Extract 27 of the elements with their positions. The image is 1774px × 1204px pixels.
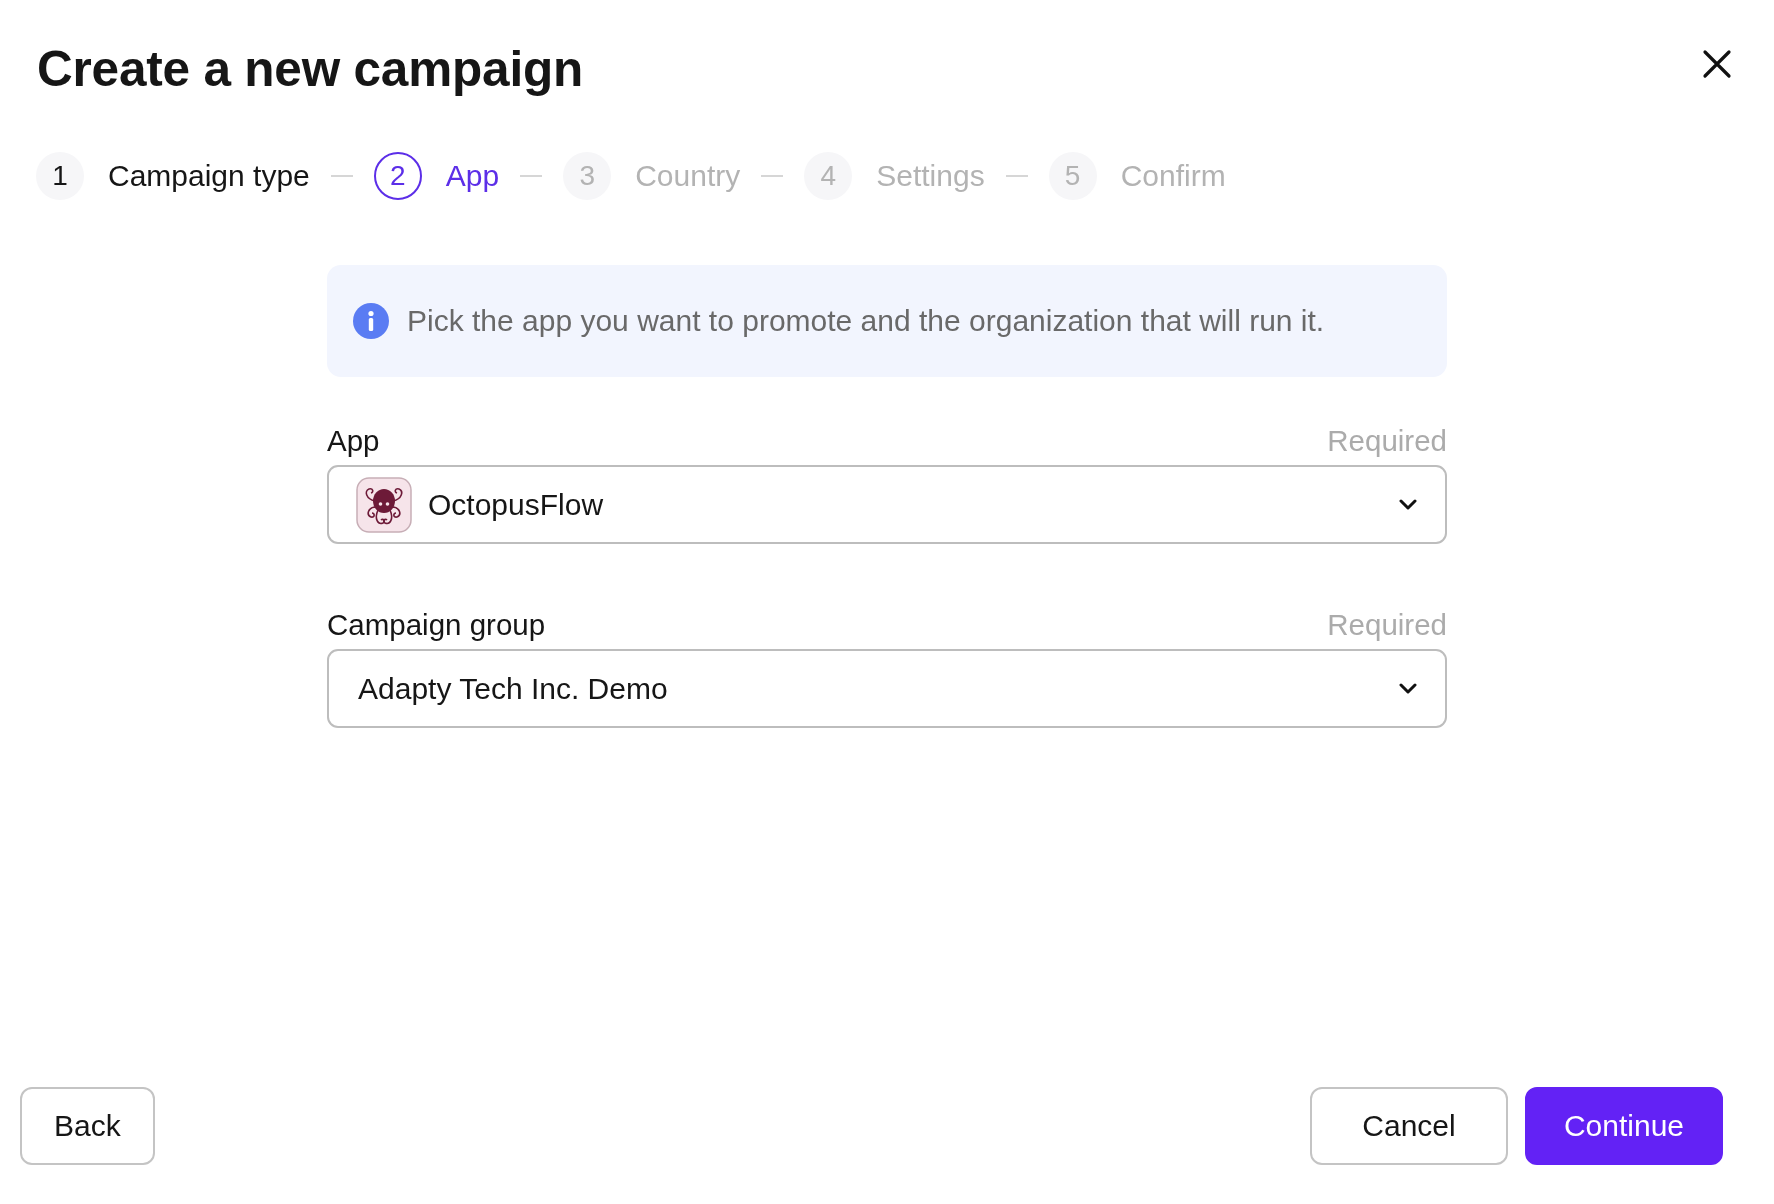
step-number: 2 xyxy=(373,152,422,200)
field-label: Campaign group xyxy=(327,609,546,641)
chevron-down-icon xyxy=(1399,499,1417,510)
required-label: Required xyxy=(1327,609,1447,641)
field-label: App xyxy=(327,425,380,457)
step-label: App xyxy=(445,159,500,193)
select-field[interactable]: OctopusFlow xyxy=(327,465,1447,544)
octopus-app-icon xyxy=(356,476,412,533)
info-text: Pick the app you want to promote and the organization that will run it. xyxy=(407,304,1325,338)
continue-button[interactable]: Continue xyxy=(1525,1087,1723,1165)
select-field[interactable]: Adapty Tech Inc. Demo xyxy=(327,649,1447,728)
close-button[interactable] xyxy=(1702,49,1732,79)
dialog-title: Create a new campaign xyxy=(37,40,583,98)
cancel-button[interactable]: Cancel xyxy=(1310,1087,1508,1165)
step-number: 1 xyxy=(36,152,84,200)
step-number: 5 xyxy=(1048,152,1097,200)
step-number: 3 xyxy=(563,152,612,200)
info-icon xyxy=(353,303,389,339)
close-icon xyxy=(1702,49,1732,79)
required-label: Required xyxy=(1327,425,1447,457)
step-label: Confirm xyxy=(1120,159,1226,193)
step-number: 4 xyxy=(804,152,853,200)
back-button[interactable]: Back xyxy=(20,1087,155,1165)
chevron-down-icon xyxy=(1399,683,1417,694)
step-label: Campaign type xyxy=(108,159,310,193)
step-label: Settings xyxy=(876,159,985,193)
step-label: Country xyxy=(635,159,741,193)
